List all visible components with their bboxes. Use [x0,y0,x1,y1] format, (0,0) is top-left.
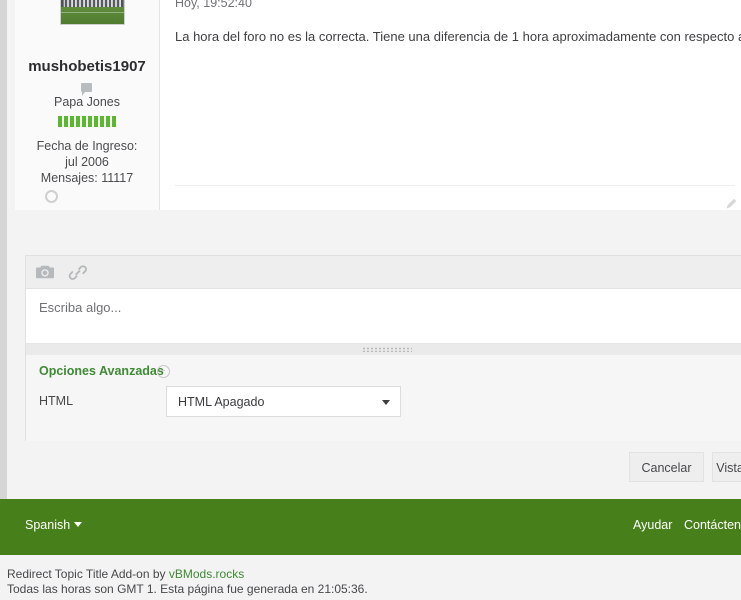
post-inner: mushobetis1907 Papa Jones Fecha de Ingre… [15,0,741,210]
reputation-bar [70,116,74,127]
html-mode-select[interactable]: HTML Apagado [166,386,401,417]
reputation-bar [88,116,92,127]
html-mode-value: HTML Apagado [178,395,265,409]
post-user-panel: mushobetis1907 Papa Jones Fecha de Ingre… [15,0,160,210]
reputation-bars [15,116,159,128]
editor-action-buttons: Cancelar Vista Previa [0,452,741,484]
avatar-pitch-line [61,12,124,13]
advanced-options-title[interactable]: Opciones Avanzadas [39,364,164,378]
camera-icon[interactable] [35,263,55,281]
timezone-generated-line: Todas las horas son GMT 1. Esta página f… [7,582,368,596]
advanced-options-panel: Opciones Avanzadas HTML HTML Apagado [26,355,741,441]
reputation-bar [106,116,110,127]
chevron-down-icon [74,522,83,527]
avatar-pitch [61,7,124,24]
avatar-banner-text [65,0,121,7]
link-icon[interactable] [68,263,88,281]
language-selector-label: Spanish [25,518,71,532]
reply-textarea[interactable]: Escriba algo... [26,289,741,343]
post-divider [175,185,735,186]
vbmods-link[interactable]: vBMods.rocks [169,567,244,581]
reply-placeholder: Escriba algo... [39,300,122,315]
preview-button[interactable]: Vista Previa [712,452,741,482]
reputation-bar [58,116,62,127]
reputation-bar [112,116,116,127]
post-author-title: Papa Jones [53,95,121,109]
site-footer-bar: Spanish Ayudar Contáctenos [0,499,741,555]
avatar[interactable] [60,0,125,25]
reputation-bar [76,116,80,127]
online-status-icon [45,190,58,203]
reputation-bar [82,116,86,127]
edit-pencil-icon[interactable] [725,198,737,210]
post-author-stats: Fecha de Ingreso: jul 2006 Mensajes: 111… [15,138,159,186]
message-count: Mensajes: 11117 [40,171,134,185]
footer-link-help[interactable]: Ayudar [633,518,672,532]
reputation-bar [100,116,104,127]
addon-credit-prefix: Redirect Topic Title Add-on by [7,567,169,581]
reputation-bar [64,116,68,127]
post-card: mushobetis1907 Papa Jones Fecha de Ingre… [15,0,741,210]
post-timestamp: Hoy, 19:52:40 [175,0,252,10]
cancel-button[interactable]: Cancelar [629,452,704,482]
post-author-name[interactable]: mushobetis1907 [15,58,159,75]
chevron-down-icon [382,400,390,405]
reputation-bar [94,116,98,127]
language-selector[interactable]: Spanish [25,518,83,532]
footer-link-contact[interactable]: Contáctenos [684,518,741,532]
reply-editor: Escriba algo... Opciones Avanzadas HTML … [25,255,741,441]
collapse-minus-icon[interactable] [157,365,170,378]
html-option-label: HTML [39,394,74,408]
join-date-label: Fecha de Ingreso: [36,139,138,153]
join-date-value: jul 2006 [65,155,109,169]
speech-bubble-icon [81,83,92,96]
resize-grip-dots [362,347,412,352]
copyright-block: Redirect Topic Title Add-on by vBMods.ro… [7,566,741,582]
post-message-text: La hora del foro no es la correcta. Tien… [175,29,741,44]
editor-toolbar [26,256,741,289]
post-body: Hoy, 19:52:40 La hora del foro no es la … [160,0,741,210]
